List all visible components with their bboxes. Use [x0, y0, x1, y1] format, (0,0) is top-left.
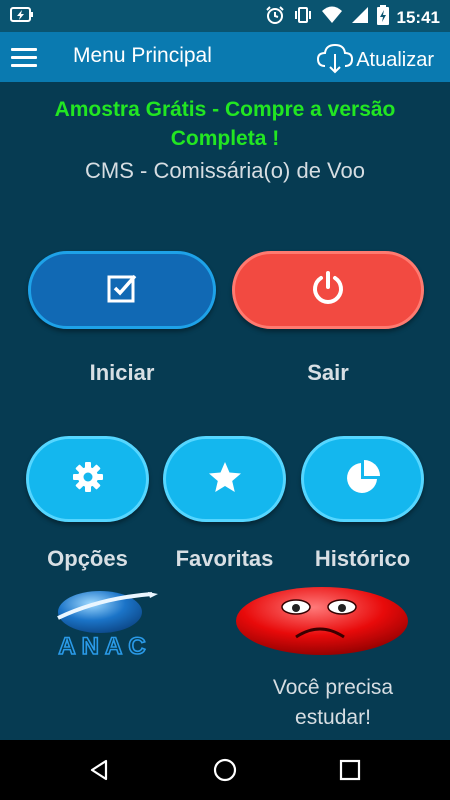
study-message: Você precisa estudar!	[238, 673, 428, 733]
promo-banner[interactable]: Amostra Grátis - Compre a versão Complet…	[0, 95, 450, 153]
update-button[interactable]: Atualizar	[316, 41, 434, 80]
navigation-bar	[0, 740, 450, 800]
history-button[interactable]	[301, 436, 424, 522]
battery-icon	[376, 5, 389, 30]
status-bar: 15:41	[0, 0, 450, 32]
power-icon	[309, 269, 347, 312]
vibrate-icon	[293, 5, 313, 30]
back-icon[interactable]	[88, 758, 112, 787]
options-button[interactable]	[26, 436, 149, 522]
update-label: Atualizar	[356, 49, 434, 71]
recents-icon[interactable]	[338, 758, 362, 787]
exit-button[interactable]	[232, 251, 424, 329]
page-title: Menu Principal	[73, 44, 212, 67]
signal-icon	[351, 5, 369, 30]
sad-face-icon	[234, 585, 410, 657]
battery-charging-icon	[10, 6, 34, 29]
wifi-icon	[321, 5, 343, 30]
gear-icon	[71, 460, 105, 499]
start-label: Iniciar	[89, 360, 155, 385]
promo-line-2: Completa !	[170, 127, 280, 150]
pie-chart-icon	[344, 458, 382, 501]
menu-icon[interactable]	[11, 48, 37, 68]
anac-logo-text: ANAC	[58, 633, 151, 658]
alarm-icon	[265, 5, 285, 30]
promo-line-1: Amostra Grátis - Compre a versão	[54, 98, 396, 121]
start-button[interactable]	[28, 251, 216, 329]
options-label: Opções	[47, 546, 128, 571]
cloud-download-icon	[316, 41, 354, 80]
history-label: Histórico	[314, 546, 411, 571]
favorites-button[interactable]	[163, 436, 286, 522]
course-subtitle: CMS - Comissária(o) de Voo	[85, 158, 365, 183]
app-bar: Menu Principal Atualizar	[0, 32, 450, 82]
star-icon	[207, 459, 243, 500]
study-message-line-1: Você precisa	[272, 676, 394, 699]
anac-logo: ANAC	[28, 590, 183, 661]
home-icon[interactable]	[213, 758, 237, 787]
checkbox-icon	[105, 271, 139, 310]
clock: 15:41	[396, 7, 440, 27]
exit-label: Sair	[307, 360, 349, 385]
study-message-line-2: estudar!	[295, 706, 371, 729]
favorites-label: Favoritas	[175, 546, 274, 571]
